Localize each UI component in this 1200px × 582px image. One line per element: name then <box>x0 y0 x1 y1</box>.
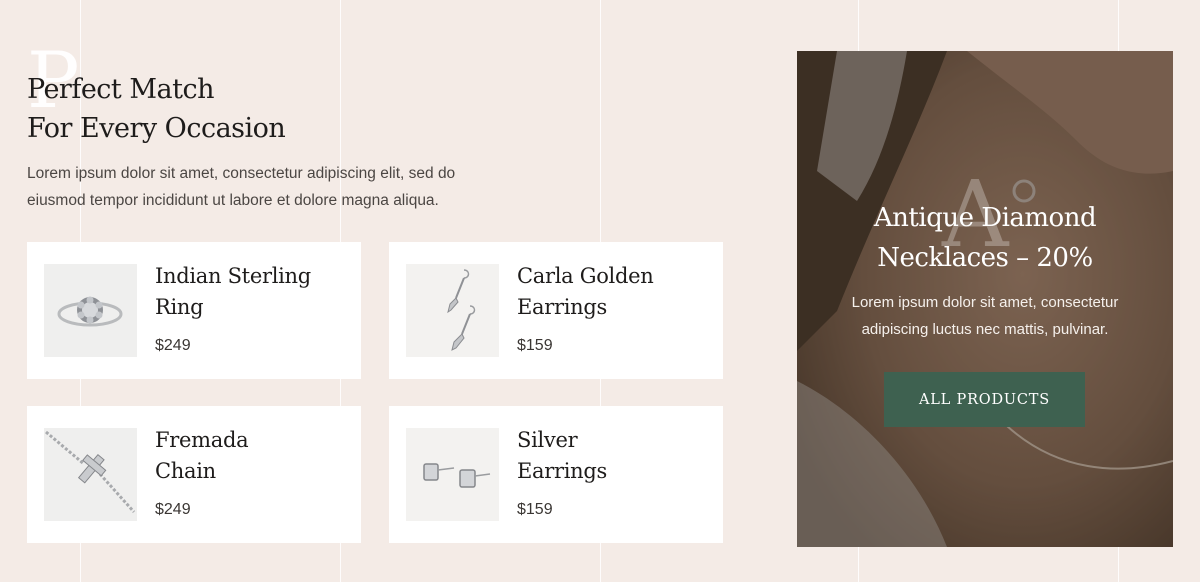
promo-description: Lorem ipsum dolor sit amet, consectetur … <box>851 294 1119 338</box>
promo-title: Antique Diamond Necklaces – 20% <box>797 198 1173 278</box>
product-name[interactable]: Fremada Chain <box>155 425 345 487</box>
product-image[interactable] <box>44 264 137 357</box>
product-image[interactable] <box>406 264 499 357</box>
product-price: $249 <box>155 337 191 354</box>
product-card-fremada-chain[interactable]: Fremada Chain $249 <box>27 406 361 543</box>
product-name-line-1[interactable]: Silver <box>517 425 707 456</box>
product-image[interactable] <box>44 428 137 521</box>
all-products-button[interactable]: ALL PRODUCTS <box>884 372 1085 427</box>
product-card-silver-earrings[interactable]: Silver Earrings $159 <box>389 406 723 543</box>
heading-line-1: Perfect Match <box>27 74 214 105</box>
product-name-line-2[interactable]: Chain <box>155 456 345 487</box>
product-price: $249 <box>155 501 191 518</box>
drop-earrings-icon <box>406 264 499 357</box>
heading-line-2: For Every Occasion <box>27 113 286 144</box>
promo-banner: A Antique Diamond Necklaces – 20% Lorem … <box>797 51 1173 547</box>
product-name-line-1[interactable]: Indian Sterling <box>155 261 345 292</box>
product-name-line-2[interactable]: Earrings <box>517 456 707 487</box>
product-name[interactable]: Carla Golden Earrings <box>517 261 707 323</box>
product-price: $159 <box>517 501 553 518</box>
stud-earrings-icon <box>406 428 499 521</box>
product-name[interactable]: Indian Sterling Ring <box>155 261 345 323</box>
cross-chain-icon <box>44 428 137 521</box>
ring-icon <box>44 264 137 357</box>
product-name-line-2[interactable]: Earrings <box>517 292 707 323</box>
product-image[interactable] <box>406 428 499 521</box>
section-heading: Perfect Match For Every Occasion <box>27 70 286 148</box>
product-price: $159 <box>517 337 553 354</box>
product-card-carla-golden-earrings[interactable]: Carla Golden Earrings $159 <box>389 242 723 379</box>
promo-title-line-2: Necklaces – 20% <box>877 243 1093 273</box>
product-name[interactable]: Silver Earrings <box>517 425 707 487</box>
product-name-line-2[interactable]: Ring <box>155 292 345 323</box>
product-card-indian-sterling-ring[interactable]: Indian Sterling Ring $249 <box>27 242 361 379</box>
page: P Perfect Match For Every Occasion Lorem… <box>0 0 1200 582</box>
section-intro: Lorem ipsum dolor sit amet, consectetur … <box>27 165 456 209</box>
product-name-line-1[interactable]: Carla Golden <box>517 261 707 292</box>
promo-title-line-1: Antique Diamond <box>873 203 1097 233</box>
product-name-line-1[interactable]: Fremada <box>155 425 345 456</box>
